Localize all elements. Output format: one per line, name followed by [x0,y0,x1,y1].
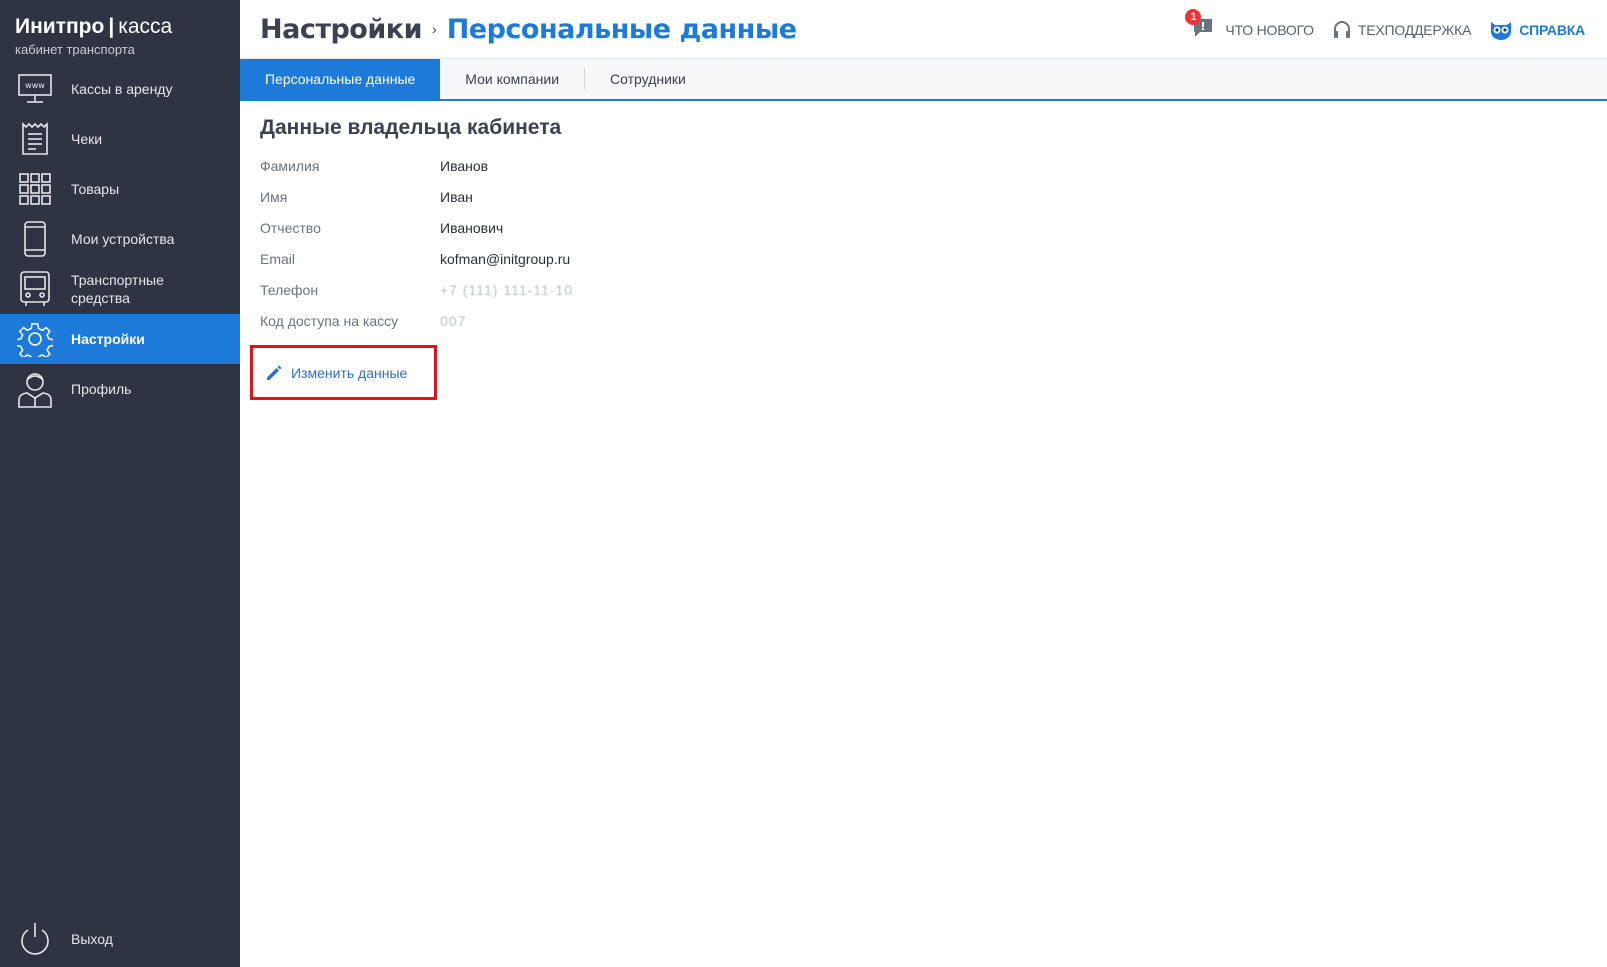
brand-subtitle: кабинет транспорта [15,42,135,57]
field-label: Телефон [260,281,319,298]
phone-icon [17,221,53,257]
sidebar-item-label: Товары [71,181,120,197]
logout-button[interactable]: Выход [0,911,240,967]
gear-icon [17,321,53,357]
owl-icon [1491,21,1512,40]
field-label: Код доступа на кассу [260,312,399,329]
field-value: kofman@initgroup.ru [440,250,571,267]
field-row-first-name: Имя Иван [260,181,1587,212]
sidebar-item-receipts[interactable]: Чеки [0,114,240,164]
main-area: Настройки › Персональные данные 1 ЧТО НО… [240,0,1607,967]
brand-product: касса [118,15,173,38]
header-actions: 1 ЧТО НОВОГО ТЕХПОДДЕРЖКА СПРАВКА [1175,9,1585,41]
app-root: Инитпро | касса кабинет транспорта www Кас… [0,0,1607,967]
logout-label: Выход [71,931,113,947]
field-row-email: Email kofman@initgroup.ru [260,243,1587,274]
receipt-icon [17,121,53,157]
svg-text:www: www [25,81,45,90]
support-button[interactable]: ТЕХПОДДЕРЖКА [1332,20,1471,40]
page-header: Настройки › Персональные данные 1 ЧТО НО… [240,0,1607,59]
field-value: Иванов [440,157,489,174]
edit-data-label: Изменить данные [291,364,408,381]
field-row-patronymic: Отчество Иванович [260,212,1587,243]
brand-name: Инитпро [15,15,105,38]
brand: Инитпро | касса кабинет транспорта [0,0,240,64]
field-row-last-name: Фамилия Иванов [260,150,1587,181]
power-icon [17,921,53,957]
brand-separator: | [108,15,115,38]
field-label: Имя [260,188,288,205]
bus-icon [17,271,53,307]
sidebar-item-rental-kassas[interactable]: www Кассы в аренду [0,64,240,114]
sidebar-item-label: Мои устройства [71,231,175,247]
sidebar-item-vehicles[interactable]: Транспортные средства [0,264,240,314]
brand-title[interactable]: Инитпро | касса [15,14,240,40]
field-label: Отчество [260,219,321,236]
field-value: Иван [440,188,473,205]
page-title: Персональные данные [446,13,797,45]
sidebar-item-label: Кассы в аренду [71,81,173,97]
sidebar: Инитпро | касса кабинет транспорта www Кас… [0,0,240,967]
chat-bubble-icon: 1 [1185,9,1219,41]
tab-personal-data[interactable]: Персональные данные [240,59,441,99]
sidebar-item-devices[interactable]: Мои устройства [0,214,240,264]
field-label: Фамилия [260,157,320,174]
field-row-phone: Телефон +7 (111) 111-11-10 [260,274,1587,305]
field-value: +7 (111) 111-11-10 [440,281,574,298]
field-value: 007 [440,312,467,329]
field-value: Иванович [440,219,504,236]
section-title: Данные владельца кабинета [260,116,562,139]
edit-highlight-box: Изменить данные [250,345,437,400]
edit-data-button[interactable]: Изменить данные [265,364,407,382]
field-label: Email [260,250,296,267]
sidebar-item-profile[interactable]: Профиль [0,364,240,414]
grid-icon [17,171,53,207]
sidebar-item-goods[interactable]: Товары [0,164,240,214]
field-row-access-code: Код доступа на кассу 007 [260,305,1587,336]
help-label: СПРАВКА [1519,21,1585,38]
pencil-icon [267,365,282,380]
sidebar-item-settings[interactable]: Настройки [0,314,240,364]
settings-tabs: Персональные данные Мои компании Сотрудн… [240,59,1607,101]
user-icon [17,371,53,408]
whats-new-button[interactable]: 1 ЧТО НОВОГО [1185,9,1314,41]
help-button[interactable]: СПРАВКА [1489,20,1585,40]
sidebar-item-label: Транспортные средства [71,272,164,306]
tab-employees[interactable]: Сотрудники [585,59,711,99]
tab-my-companies[interactable]: Мои компании [440,59,584,99]
headset-icon [1333,20,1350,38]
breadcrumb-separator: › [432,21,437,37]
support-label: ТЕХПОДДЕРЖКА [1357,21,1472,38]
sidebar-item-label: Профиль [71,381,132,397]
sidebar-item-label: Настройки [71,331,145,347]
breadcrumb-root[interactable]: Настройки [260,14,423,45]
www-monitor-icon: www [17,71,53,107]
whats-new-label: ЧТО НОВОГО [1225,21,1314,38]
owner-data-section: Данные владельца кабинета Фамилия Иванов… [240,101,1607,415]
sidebar-item-label: Чеки [71,131,103,147]
